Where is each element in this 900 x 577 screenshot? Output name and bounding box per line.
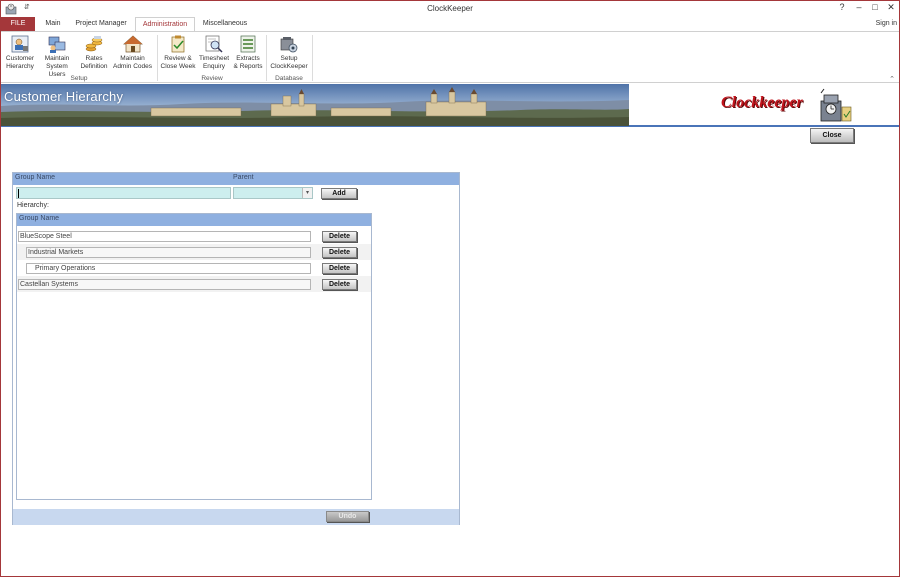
review-close-week-button[interactable]: Review & Close Week [160,34,196,71]
ribbon: Customer Hierarchy Maintain System Users [1,31,899,83]
page-title: Customer Hierarchy [4,89,124,104]
header-banner: Customer Hierarchy Clockkeeper [1,84,899,127]
group-name-field[interactable]: BlueScope Steel [18,231,311,242]
extracts-reports-button[interactable]: Extracts & Reports [231,34,265,71]
list-item: Industrial Markets Delete [17,244,371,260]
ribbon-group-setup: Setup [70,75,88,82]
group-name-text: Castellan Systems [20,281,78,288]
extracts-label-2: & Reports [233,63,263,70]
system-users-icon [48,36,66,53]
setup-label-1: Setup [280,55,298,62]
rates-label-2: Definition [80,63,108,70]
list-item: BlueScope Steel Delete [17,228,371,244]
extracts-label-1: Extracts [236,55,260,62]
parent-select[interactable]: ▾ [233,187,313,199]
coins-icon [85,36,103,52]
ribbon-group-database: Database [275,75,303,82]
ribbon-separator [157,35,158,81]
undo-button[interactable]: Undo [326,511,369,522]
maintain-system-users-button[interactable]: Maintain System Users [37,34,77,79]
hierarchy-list-header: Group Name [17,214,371,226]
title-bar: ⇵ ClockKeeper ? – □ ✕ [1,1,899,17]
hierarchy-list: Group Name BlueScope Steel Delete Indust… [16,213,372,500]
customer-hierarchy-label-2: Hierarchy [6,63,34,70]
setup-clockkeeper-button[interactable]: Setup ClockKeeper [268,34,310,71]
delete-button[interactable]: Delete [322,247,357,258]
parent-header: Parent [233,174,254,181]
group-name-field[interactable]: Industrial Markets [26,247,311,258]
setup-label-2: ClockKeeper [270,63,308,70]
rates-label-1: Rates [85,55,103,62]
delete-button[interactable]: Delete [322,231,357,242]
form-header: Group Name Parent [13,173,459,185]
close-window-button[interactable]: ✕ [884,2,898,13]
app-window: ⇵ ClockKeeper ? – □ ✕ FILE Main Project … [0,0,900,577]
text-caret [18,189,19,198]
timekeeper-mascot-icon [820,88,852,122]
group-name-text: Industrial Markets [28,249,84,256]
chevron-down-icon[interactable]: ▾ [302,188,312,198]
group-name-field[interactable]: Primary Operations [26,263,311,274]
ribbon-tabs: FILE Main Project Manager Administration… [1,17,899,32]
customer-hierarchy-button[interactable]: Customer Hierarchy [4,34,36,71]
admin-codes-label-2: Admin Codes [112,63,153,70]
rates-definition-button[interactable]: Rates Definition [78,34,110,71]
tab-project-manager[interactable]: Project Manager [71,17,131,31]
list-group-name-header: Group Name [19,215,60,222]
review-label-2: Close Week [160,63,196,70]
group-name-text: Primary Operations [35,265,96,272]
delete-button[interactable]: Delete [322,279,357,290]
minimize-button[interactable]: – [852,2,866,12]
report-icon [240,35,256,53]
customer-hierarchy-form: Group Name Parent ▾ Add Hierarchy: Group… [12,172,460,525]
ribbon-group-review: Review [201,75,223,82]
ribbon-separator [312,35,313,81]
timesheet-enquiry-button[interactable]: Timesheet Enquiry [197,34,231,71]
timesheet-label-1: Timesheet [198,55,230,62]
clipboard-check-icon [171,35,185,53]
tab-main[interactable]: Main [39,17,67,31]
tab-miscellaneous[interactable]: Miscellaneous [199,17,251,31]
timesheet-label-2: Enquiry [202,63,226,70]
close-button[interactable]: Close [810,128,854,143]
admin-codes-label-1: Maintain [120,55,145,62]
help-button[interactable]: ? [835,2,849,12]
customer-hierarchy-icon [11,35,29,53]
group-name-text: BlueScope Steel [20,233,72,240]
form-footer: Undo [13,509,459,525]
window-title: ClockKeeper [427,4,473,13]
magnifier-document-icon [205,35,223,53]
ribbon-separator [266,35,267,81]
customer-hierarchy-label-1: Customer [5,55,35,62]
database-gear-icon [280,37,298,53]
tab-file[interactable]: FILE [1,17,35,31]
clockkeeper-logo: Clockkeeper [721,94,803,111]
group-name-input[interactable] [16,187,231,199]
hierarchy-label: Hierarchy: [17,202,49,209]
review-label-1: Review & [164,55,192,62]
list-item: Primary Operations Delete [17,260,371,276]
group-name-header: Group Name [15,174,56,181]
house-icon [122,35,143,53]
group-name-field[interactable]: Castellan Systems [18,279,311,290]
delete-button[interactable]: Delete [322,263,357,274]
tab-administration[interactable]: Administration [135,17,195,32]
maintain-admin-codes-button[interactable]: Maintain Admin Codes [111,34,154,71]
system-users-label-1: Maintain [44,55,70,62]
collapse-ribbon-icon[interactable]: ⌃ [889,75,895,83]
sign-in-link[interactable]: Sign in [876,17,897,31]
add-button[interactable]: Add [321,188,357,199]
list-item: Castellan Systems Delete [17,276,371,292]
maximize-button[interactable]: □ [868,2,882,12]
